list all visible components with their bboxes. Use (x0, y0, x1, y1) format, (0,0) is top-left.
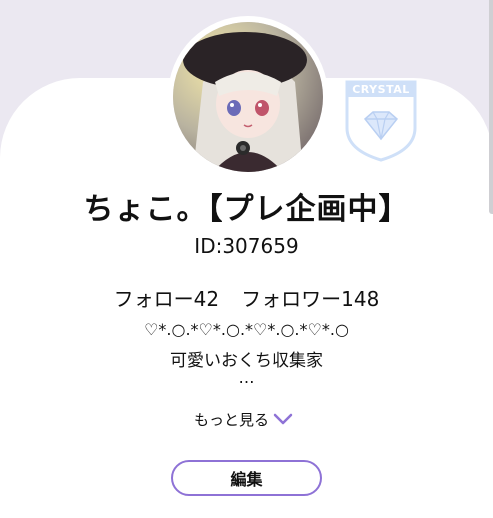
crystal-badge[interactable]: CRYSTAL (345, 80, 417, 162)
scrollbar[interactable] (489, 0, 493, 214)
edit-button[interactable]: 編集 (171, 460, 322, 496)
bio-ellipsis: … (238, 368, 255, 387)
show-more-label: もっと見る (194, 410, 270, 429)
badge-label: CRYSTAL (352, 83, 410, 96)
display-name: ちょこ。【プレ企画中】 (83, 192, 410, 227)
edit-label: 編集 (230, 470, 263, 489)
avatar-illustration (173, 22, 323, 172)
user-id: ID:307659 (194, 234, 299, 258)
show-more-button[interactable]: もっと見る (194, 408, 293, 430)
avatar[interactable] (173, 22, 323, 172)
followers-count[interactable]: フォロワー148 (241, 283, 379, 312)
bio-line: ♡*.○.*♡*.○.*♡*.○.*♡*.○ (144, 320, 349, 339)
chevron-down-icon (273, 413, 293, 425)
following-count[interactable]: フォロー42 (114, 283, 219, 312)
follow-stats: フォロー42 フォロワー148 (0, 283, 493, 312)
